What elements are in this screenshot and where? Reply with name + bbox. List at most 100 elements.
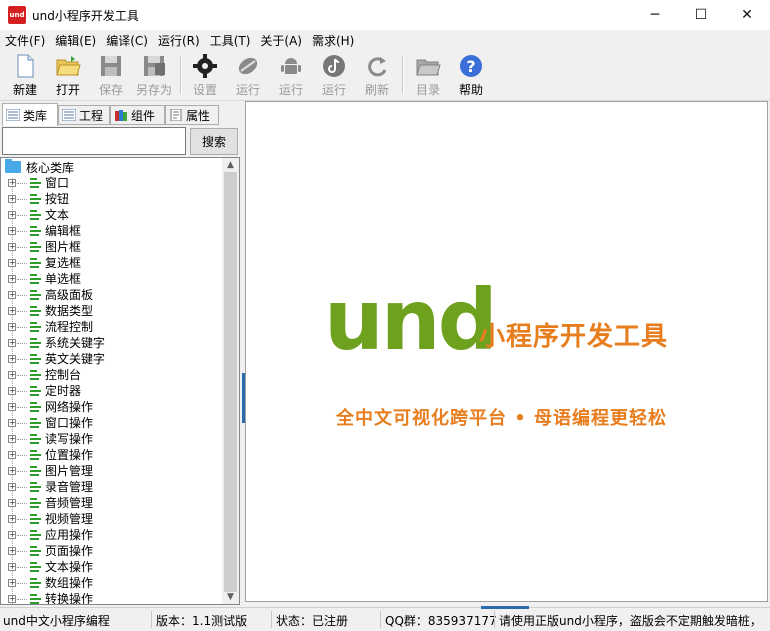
scroll-down-icon[interactable]: ▼ xyxy=(222,590,239,604)
expand-icon[interactable]: + xyxy=(8,435,16,443)
run-button[interactable]: 运行 xyxy=(226,53,270,97)
tab-library[interactable]: 类库 xyxy=(2,103,58,126)
tree-node[interactable]: + 流程控制 xyxy=(1,319,221,335)
expand-icon[interactable]: + xyxy=(8,387,16,395)
tree-node[interactable]: + 文本 xyxy=(1,207,221,223)
expand-icon[interactable]: + xyxy=(8,579,16,587)
menu-request[interactable]: 需求(H) xyxy=(307,32,359,49)
expand-icon[interactable]: + xyxy=(8,451,16,459)
tree-node[interactable]: + 控制台 xyxy=(1,367,221,383)
tree-node[interactable]: + 音频管理 xyxy=(1,495,221,511)
tree-node[interactable]: + 高级面板 xyxy=(1,287,221,303)
open-folder-icon xyxy=(56,56,81,76)
tree-node[interactable]: + 图片管理 xyxy=(1,463,221,479)
tab-project[interactable]: 工程 xyxy=(58,105,110,125)
tree-node[interactable]: + 按钮 xyxy=(1,191,221,207)
tree-scrollbar[interactable]: ▲ ▼ xyxy=(222,158,239,604)
tab-properties[interactable]: 属性 xyxy=(165,105,219,125)
main-canvas: und 小程序开发工具 全中文可视化跨平台 • 母语编程更轻松 xyxy=(245,101,768,602)
menu-run[interactable]: 运行(R) xyxy=(153,32,205,49)
scrollbar-thumb[interactable] xyxy=(224,172,237,592)
open-label: 打开 xyxy=(55,83,80,97)
expand-icon[interactable]: + xyxy=(8,291,16,299)
tree-root[interactable]: 核心类库 xyxy=(5,159,74,175)
save-button[interactable]: 保存 xyxy=(89,53,133,97)
refresh-button[interactable]: 刷新 xyxy=(355,53,399,97)
status-version: 版本：1.1测试版 xyxy=(156,614,248,628)
tree-node[interactable]: + 页面操作 xyxy=(1,543,221,559)
expand-icon[interactable]: + xyxy=(8,371,16,379)
status-separator xyxy=(494,611,495,628)
tree-node[interactable]: + 定时器 xyxy=(1,383,221,399)
tree-node[interactable]: + 单选框 xyxy=(1,271,221,287)
expand-icon[interactable]: + xyxy=(8,211,16,219)
expand-icon[interactable]: + xyxy=(8,355,16,363)
tree-node[interactable]: + 图片框 xyxy=(1,239,221,255)
menu-about[interactable]: 关于(A) xyxy=(255,32,307,49)
expand-icon[interactable]: + xyxy=(8,227,16,235)
tree-node-label: 文本 xyxy=(45,208,70,222)
expand-icon[interactable]: + xyxy=(8,179,16,187)
tree-node[interactable]: + 窗口操作 xyxy=(1,415,221,431)
tree-node[interactable]: + 复选框 xyxy=(1,255,221,271)
expand-icon[interactable]: + xyxy=(8,323,16,331)
close-button[interactable]: ✕ xyxy=(724,0,770,30)
expand-icon[interactable]: + xyxy=(8,515,16,523)
expand-icon[interactable]: + xyxy=(8,595,16,603)
menu-compile[interactable]: 编译(C) xyxy=(101,32,153,49)
menu-tools[interactable]: 工具(T) xyxy=(205,32,256,49)
expand-icon[interactable]: + xyxy=(8,259,16,267)
expand-icon[interactable]: + xyxy=(8,307,16,315)
tree-node[interactable]: + 位置操作 xyxy=(1,447,221,463)
tree-node[interactable]: + 文本操作 xyxy=(1,559,221,575)
tree-node[interactable]: + 数据类型 xyxy=(1,303,221,319)
tree-node-label: 图片框 xyxy=(45,240,82,254)
tree-node[interactable]: + 英文关键字 xyxy=(1,351,221,367)
tree-node[interactable]: + 系统关键字 xyxy=(1,335,221,351)
expand-icon[interactable]: + xyxy=(8,499,16,507)
settings-button[interactable]: 设置 xyxy=(183,53,227,97)
tree-node[interactable]: + 网络操作 xyxy=(1,399,221,415)
class-library-tree[interactable]: 核心类库 + 窗口 + 按钮 + 文本 + 编辑框 + 图片框 + 复选框 + 单选框 + 高级面板 + 数据类型… xyxy=(0,157,240,605)
expand-icon[interactable]: + xyxy=(8,275,16,283)
run-android-button[interactable]: 运行 xyxy=(269,53,313,97)
expand-icon[interactable]: + xyxy=(8,243,16,251)
help-button[interactable]: ? 帮助 xyxy=(449,53,493,97)
tree-node[interactable]: + 窗口 xyxy=(1,175,221,191)
menu-edit[interactable]: 编辑(E) xyxy=(50,32,101,49)
library-pane: 类库 工程 组件 属性 搜索 核心类库 + 窗口 + 按钮 + 文本 + 编辑框 + 图片框 + 复选… xyxy=(0,101,242,607)
tree-node[interactable]: + 数组操作 xyxy=(1,575,221,591)
class-icon xyxy=(30,322,41,333)
tree-node-label: 按钮 xyxy=(45,192,70,206)
maximize-button[interactable]: ☐ xyxy=(678,0,724,30)
search-input[interactable] xyxy=(2,127,186,155)
expand-icon[interactable]: + xyxy=(8,403,16,411)
expand-icon[interactable]: + xyxy=(8,547,16,555)
directory-button[interactable]: 目录 xyxy=(406,53,450,97)
expand-icon[interactable]: + xyxy=(8,195,16,203)
minimize-button[interactable]: ─ xyxy=(632,0,678,30)
scroll-up-icon[interactable]: ▲ xyxy=(222,158,239,172)
run-tiktok-button[interactable]: 运行 xyxy=(312,53,356,97)
new-button[interactable]: 新建 xyxy=(3,53,47,97)
tree-node-label: 读写操作 xyxy=(45,432,94,446)
tree-node[interactable]: + 读写操作 xyxy=(1,431,221,447)
expand-icon[interactable]: + xyxy=(8,531,16,539)
tab-components[interactable]: 组件 xyxy=(110,105,165,125)
expand-icon[interactable]: + xyxy=(8,339,16,347)
expand-icon[interactable]: + xyxy=(8,483,16,491)
expand-icon[interactable]: + xyxy=(8,419,16,427)
tree-node[interactable]: + 编辑框 xyxy=(1,223,221,239)
open-button[interactable]: 打开 xyxy=(46,53,90,97)
save-as-button[interactable]: 另存为 xyxy=(132,53,176,97)
expand-icon[interactable]: + xyxy=(8,467,16,475)
tree-node[interactable]: + 录音管理 xyxy=(1,479,221,495)
tree-node-label: 文本操作 xyxy=(45,560,94,574)
tree-node[interactable]: + 转换操作 xyxy=(1,591,221,604)
search-button[interactable]: 搜索 xyxy=(190,128,238,155)
expand-icon[interactable]: + xyxy=(8,563,16,571)
tree-node[interactable]: + 应用操作 xyxy=(1,527,221,543)
tree-node[interactable]: + 视频管理 xyxy=(1,511,221,527)
run-android-label: 运行 xyxy=(278,83,303,97)
menu-file[interactable]: 文件(F) xyxy=(0,32,50,49)
